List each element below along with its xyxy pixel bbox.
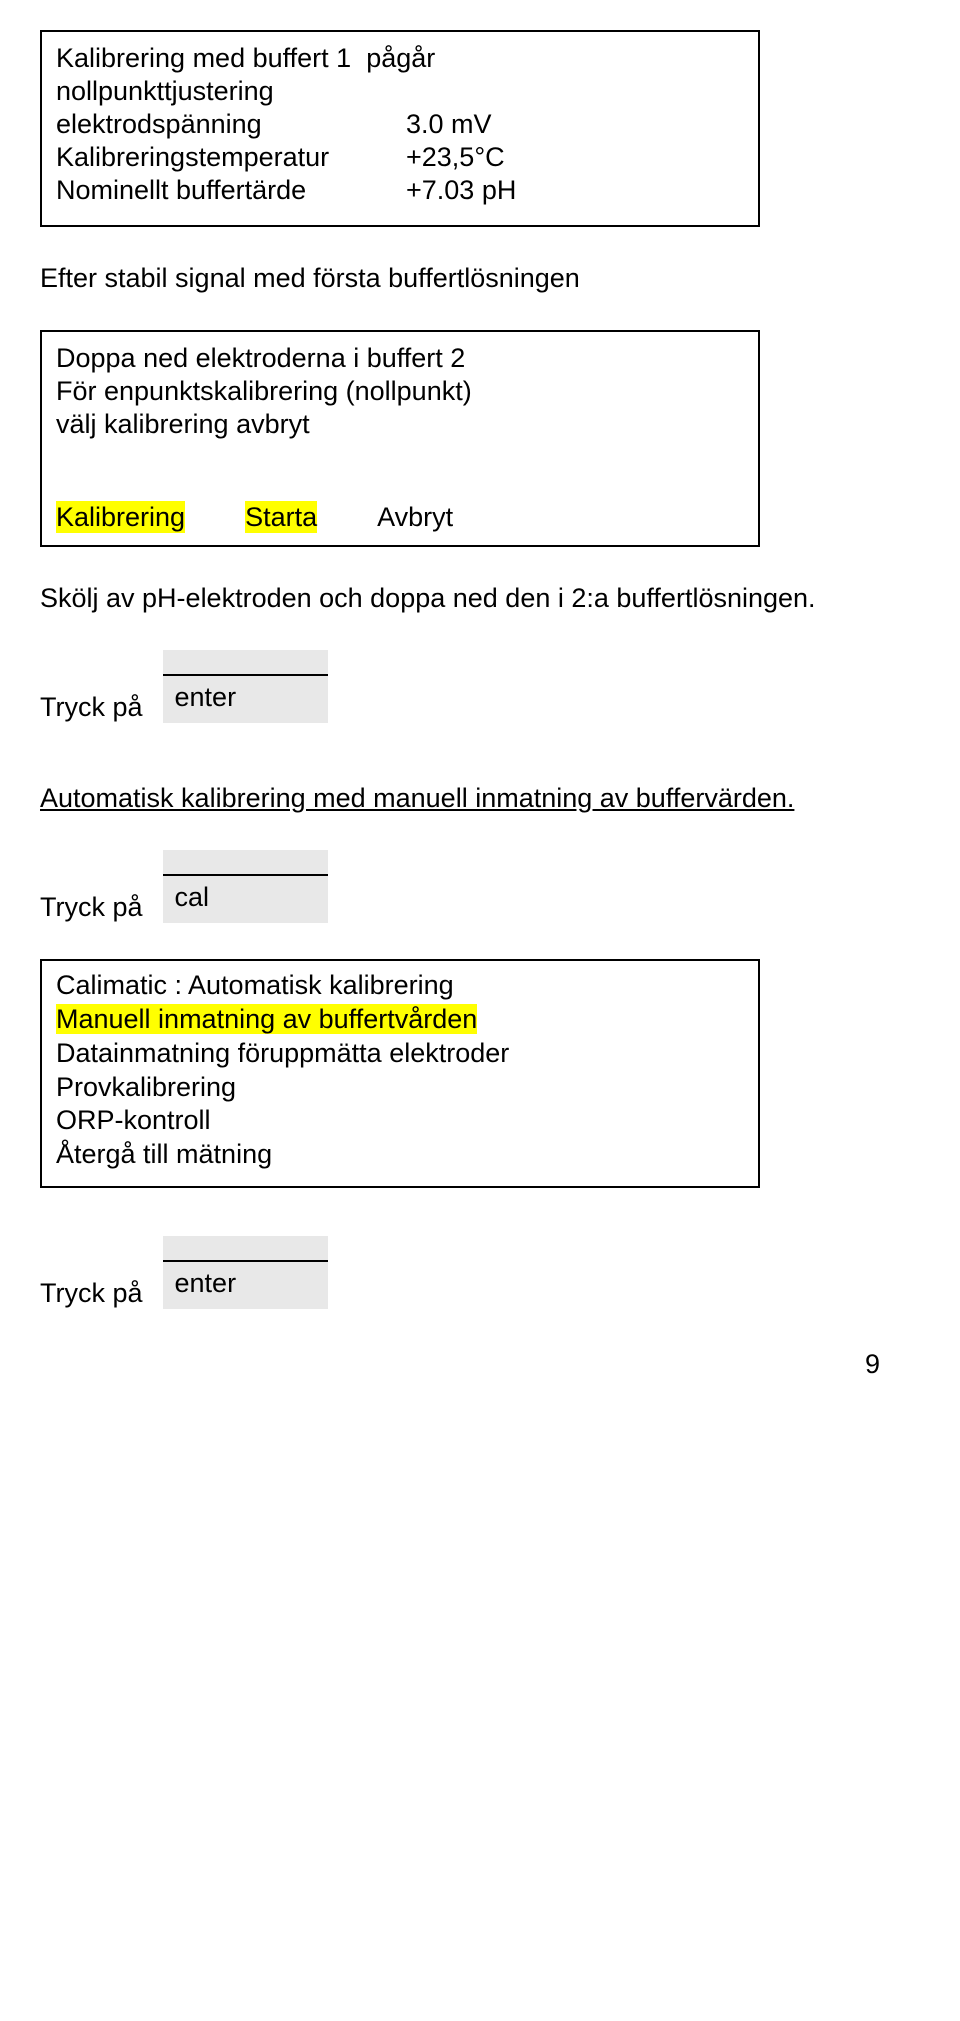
action-cancel[interactable]: Avbryt <box>377 501 453 534</box>
menu-item-manual[interactable]: Manuell inmatning av buffertvården <box>56 1004 477 1034</box>
calibration-status-box: Kalibrering med buffert 1 pågår nollpunk… <box>40 30 760 227</box>
calibration-title-2: pågår <box>366 43 435 73</box>
instruction-line3: välj kalibrering avbryt <box>56 408 744 441</box>
menu-item-test-cal[interactable]: Provkalibrering <box>56 1071 744 1105</box>
menu-item-orp[interactable]: ORP-kontroll <box>56 1104 744 1138</box>
heading-auto-calibration: Automatisk kalibrering med manuell inmat… <box>40 783 920 814</box>
enter-key[interactable]: enter <box>163 650 328 723</box>
enter-key-2[interactable]: enter <box>163 1236 328 1309</box>
instruction-line2: För enpunktskalibrering (nollpunkt) <box>56 375 744 408</box>
action-calibration[interactable]: Kalibrering <box>56 501 185 534</box>
menu-item-return[interactable]: Återgå till mätning <box>56 1138 744 1172</box>
press-label-1: Tryck på <box>40 692 143 723</box>
para-rinse: Skölj av pH-elektroden och doppa ned den… <box>40 583 920 614</box>
calibration-line2: nollpunkttjustering <box>56 75 744 108</box>
press-enter-row: Tryck på enter <box>40 650 920 723</box>
press-enter-row-2: Tryck på enter <box>40 1236 920 1309</box>
press-cal-row: Tryck på cal <box>40 850 920 923</box>
action-start[interactable]: Starta <box>245 501 317 534</box>
calibration-menu-box: Calimatic : Automatisk kalibrering Manue… <box>40 959 760 1188</box>
row2-label: Kalibreringstemperatur <box>56 141 406 174</box>
row3-value: +7.03 pH <box>406 174 516 207</box>
para-after-stable: Efter stabil signal med första buffertlö… <box>40 263 920 294</box>
page-number: 9 <box>40 1349 920 1380</box>
instruction-box: Doppa ned elektroderna i buffert 2 För e… <box>40 330 760 548</box>
cal-key[interactable]: cal <box>163 850 328 923</box>
menu-item-calimatic[interactable]: Calimatic : Automatisk kalibrering <box>56 969 744 1003</box>
instruction-line1: Doppa ned elektroderna i buffert 2 <box>56 342 744 375</box>
row1-value: 3.0 mV <box>406 108 492 141</box>
row3-label: Nominellt buffertärde <box>56 174 406 207</box>
press-label-2: Tryck på <box>40 892 143 923</box>
cal-key-label: cal <box>163 876 328 923</box>
row1-label: elektrodspänning <box>56 108 406 141</box>
menu-item-data-entry[interactable]: Datainmatning föruppmätta elektroder <box>56 1037 744 1071</box>
press-label-3: Tryck på <box>40 1278 143 1309</box>
calibration-title-1: Kalibrering med buffert 1 <box>56 43 351 73</box>
enter-key-label-2: enter <box>163 1262 328 1309</box>
enter-key-label: enter <box>163 676 328 723</box>
row2-value: +23,5°C <box>406 141 505 174</box>
